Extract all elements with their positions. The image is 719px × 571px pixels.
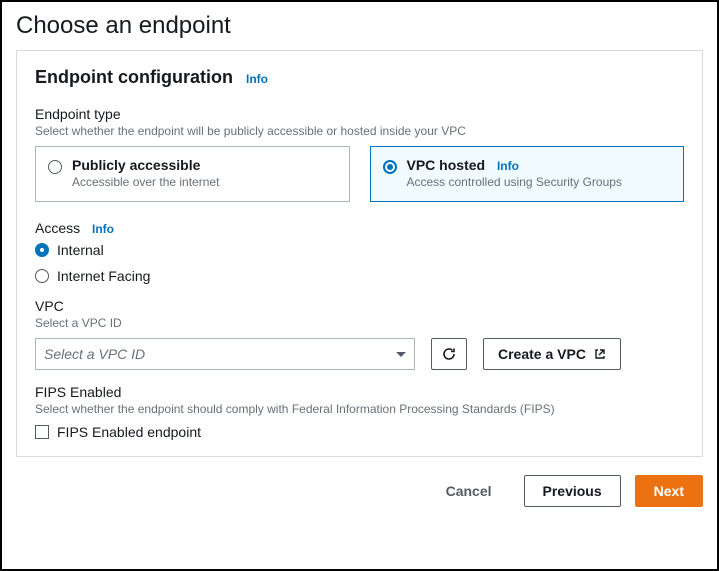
vpc-select-placeholder: Select a VPC ID (44, 346, 145, 362)
external-link-icon (594, 348, 606, 360)
panel-title: Endpoint configuration Info (35, 67, 684, 88)
cancel-button[interactable]: Cancel (428, 475, 510, 507)
endpoint-type-options: Publicly accessible Accessible over the … (35, 146, 684, 202)
vpc-select[interactable]: Select a VPC ID (35, 338, 415, 370)
tile-title: VPC hosted (407, 157, 486, 173)
tile-title-row: VPC hosted Info (407, 157, 622, 173)
page-title: Choose an endpoint (16, 12, 703, 40)
endpoint-type-section: Endpoint type Select whether the endpoin… (35, 106, 684, 202)
vpc-label: VPC (35, 298, 684, 314)
fips-checkbox-row[interactable]: FIPS Enabled endpoint (35, 424, 684, 440)
access-info-link[interactable]: Info (92, 222, 114, 236)
radio-label: Internet Facing (57, 268, 150, 284)
refresh-button[interactable] (431, 338, 467, 370)
radio-icon (35, 243, 49, 257)
radio-icon (35, 269, 49, 283)
panel-info-link[interactable]: Info (246, 72, 268, 86)
checkbox-icon (35, 425, 49, 439)
endpoint-type-option-vpc[interactable]: VPC hosted Info Access controlled using … (370, 146, 685, 202)
panel-title-text: Endpoint configuration (35, 67, 233, 87)
access-label-row: Access Info (35, 220, 684, 236)
vpc-description: Select a VPC ID (35, 316, 684, 330)
access-section: Access Info Internal Internet Facing (35, 220, 684, 284)
next-button[interactable]: Next (635, 475, 703, 507)
endpoint-type-option-public[interactable]: Publicly accessible Accessible over the … (35, 146, 350, 202)
tile-subtitle: Accessible over the internet (72, 175, 219, 189)
chevron-down-icon (396, 352, 406, 357)
tile-body: VPC hosted Info Access controlled using … (407, 157, 622, 189)
create-vpc-label: Create a VPC (498, 346, 586, 362)
access-option-internal[interactable]: Internal (35, 242, 684, 258)
create-vpc-button[interactable]: Create a VPC (483, 338, 621, 370)
previous-button[interactable]: Previous (524, 475, 621, 507)
tile-info-link[interactable]: Info (497, 159, 519, 173)
refresh-icon (441, 346, 457, 362)
endpoint-type-label: Endpoint type (35, 106, 684, 122)
endpoint-type-description: Select whether the endpoint will be publ… (35, 124, 684, 138)
vpc-controls-row: Select a VPC ID Create a VPC (35, 338, 684, 370)
tile-body: Publicly accessible Accessible over the … (72, 157, 219, 189)
footer-actions: Cancel Previous Next (16, 475, 703, 507)
access-label: Access (35, 220, 80, 236)
fips-checkbox-label: FIPS Enabled endpoint (57, 424, 201, 440)
tile-subtitle: Access controlled using Security Groups (407, 175, 622, 189)
fips-description: Select whether the endpoint should compl… (35, 402, 684, 416)
fips-section: FIPS Enabled Select whether the endpoint… (35, 384, 684, 440)
radio-icon (48, 160, 62, 174)
dialog-frame: Choose an endpoint Endpoint configuratio… (0, 0, 719, 571)
endpoint-config-panel: Endpoint configuration Info Endpoint typ… (16, 50, 703, 457)
tile-title: Publicly accessible (72, 157, 219, 173)
radio-icon (383, 160, 397, 174)
vpc-section: VPC Select a VPC ID Select a VPC ID Crea… (35, 298, 684, 370)
access-option-internet-facing[interactable]: Internet Facing (35, 268, 684, 284)
radio-label: Internal (57, 242, 104, 258)
fips-label: FIPS Enabled (35, 384, 684, 400)
